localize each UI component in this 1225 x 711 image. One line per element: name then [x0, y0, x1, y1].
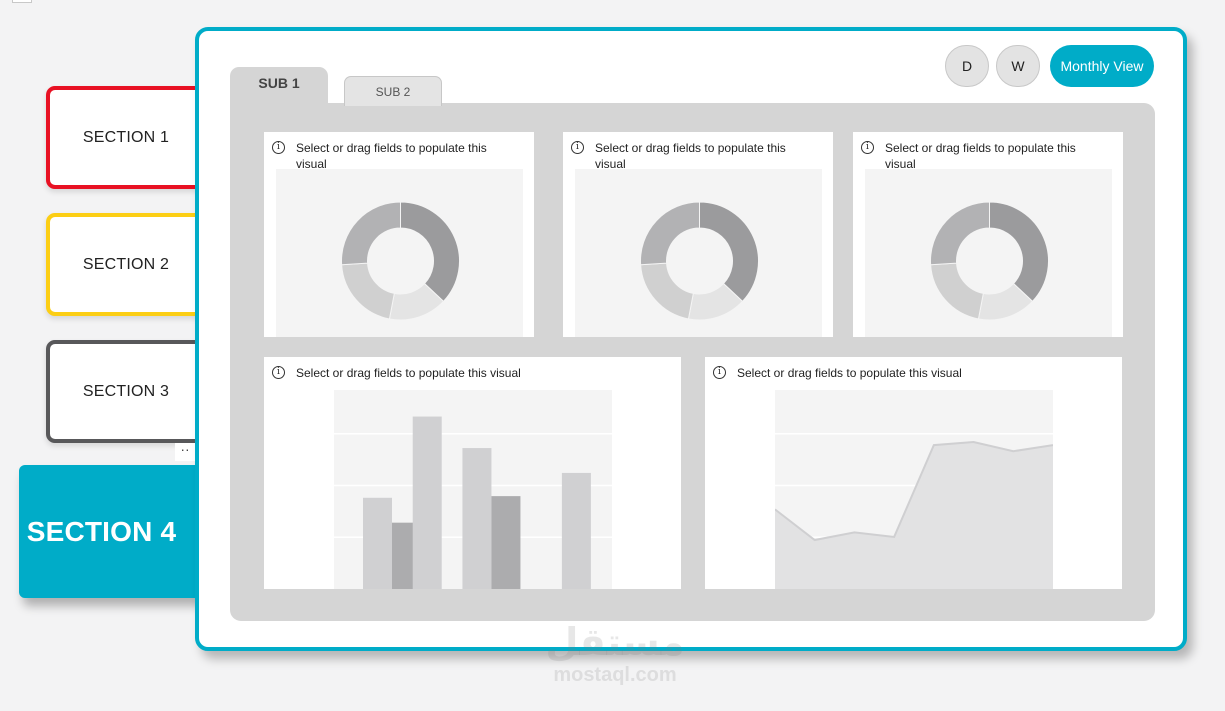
info-icon[interactable]: i: [272, 141, 285, 154]
tab-sub-2[interactable]: SUB 2: [344, 76, 442, 106]
donut-slice: [930, 262, 984, 320]
donut-chart-2: [575, 169, 822, 337]
donut-visual-1[interactable]: i Select or drag fields to populate this …: [264, 132, 534, 337]
section-2-label: SECTION 2: [82, 255, 170, 273]
daily-view-button[interactable]: D: [945, 45, 989, 87]
weekly-view-button[interactable]: W: [996, 45, 1040, 87]
donut-slice: [989, 201, 1049, 303]
area-visual[interactable]: i Select or drag fields to populate this …: [705, 357, 1122, 589]
bar-visual[interactable]: i Select or drag fields to populate this …: [264, 357, 681, 589]
visual-placeholder-text: Select or drag fields to populate this v…: [885, 141, 1076, 171]
donut-visual-2[interactable]: i Select or drag fields to populate this …: [563, 132, 833, 337]
tab-content-area: i Select or drag fields to populate this …: [230, 103, 1155, 621]
bar-chart: [334, 390, 612, 589]
more-options-icon[interactable]: ··: [175, 442, 195, 461]
visual-placeholder-text: Select or drag fields to populate this v…: [595, 141, 786, 171]
bar: [363, 497, 392, 589]
donut-slice: [640, 201, 700, 266]
donut-slice: [930, 201, 990, 266]
donut-chart-3: [865, 169, 1112, 337]
window-corner-mark: [12, 0, 32, 3]
visual-placeholder-text: Select or drag fields to populate this v…: [737, 366, 962, 380]
donut-slice: [640, 262, 694, 320]
info-icon[interactable]: i: [571, 141, 584, 154]
bar: [462, 448, 492, 589]
section-1-label: SECTION 1: [82, 128, 170, 146]
area-chart: [775, 390, 1053, 589]
monthly-view-button[interactable]: Monthly View: [1050, 45, 1154, 87]
visual-placeholder-text: Select or drag fields to populate this v…: [296, 141, 487, 171]
section-4-label: SECTION 4: [26, 515, 177, 547]
info-icon[interactable]: i: [713, 366, 726, 379]
donut-slice: [699, 201, 759, 303]
donut-visual-3[interactable]: i Select or drag fields to populate this …: [853, 132, 1123, 337]
donut-slice: [341, 201, 401, 266]
tab-sub-1[interactable]: SUB 1: [230, 67, 328, 105]
report-panel: D W Monthly View i Select or drag fields …: [195, 27, 1187, 651]
bar: [561, 472, 591, 589]
donut-slice: [341, 262, 395, 320]
bar: [412, 416, 442, 589]
bar: [491, 496, 521, 589]
donut-chart-1: [276, 169, 523, 337]
donut-slice: [400, 201, 460, 303]
info-icon[interactable]: i: [861, 141, 874, 154]
visual-placeholder-text: Select or drag fields to populate this v…: [296, 366, 521, 380]
info-icon[interactable]: i: [272, 366, 285, 379]
watermark-latin: mostaql.com: [553, 664, 677, 686]
section-3-label: SECTION 3: [82, 382, 170, 400]
area-fill: [775, 442, 1053, 589]
